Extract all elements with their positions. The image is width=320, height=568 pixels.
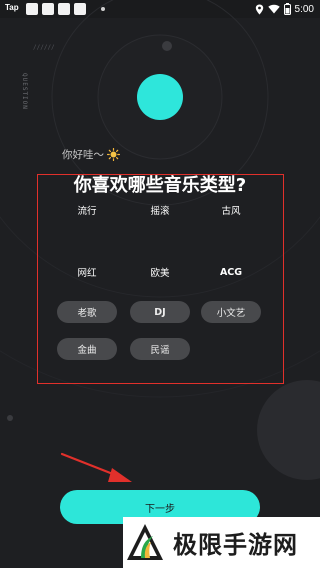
genre-tag-label: 摇滚: [150, 206, 170, 217]
genre-tag[interactable]: ACG: [201, 261, 261, 283]
small-moon-circle: [162, 41, 172, 51]
genre-tag[interactable]: 古风: [201, 199, 261, 221]
sun-icon: [107, 148, 120, 161]
genre-tag[interactable]: 欧美: [130, 261, 190, 283]
watermark-logo-icon: [127, 523, 163, 560]
genre-tag-label: 欧美: [150, 268, 170, 279]
genre-tag[interactable]: 老歌: [57, 301, 117, 323]
genre-tag-label: 网红: [77, 268, 97, 279]
genre-tag-label: 老歌: [77, 308, 97, 319]
genre-tag-label: 金曲: [77, 345, 97, 356]
small-moon-circle: [7, 415, 13, 421]
genre-tag[interactable]: 小文艺: [201, 301, 261, 323]
genre-tag-label: DJ: [154, 306, 166, 318]
planet-circle: [257, 380, 320, 480]
slash-decoration: //////: [33, 44, 55, 51]
greeting: 你好哇～: [62, 147, 120, 162]
genre-tag[interactable]: 网红: [57, 261, 117, 283]
genre-tag-label: ACG: [219, 266, 243, 278]
genre-tag[interactable]: 摇滚: [130, 199, 190, 221]
watermark-text: 极限手游网: [173, 530, 298, 559]
genre-tag-label: 古风: [221, 206, 241, 217]
planet-circle: [137, 74, 183, 120]
side-label: QUESTION: [21, 73, 28, 110]
genre-tag-label: 小文艺: [216, 308, 246, 319]
genre-tag[interactable]: DJ: [130, 301, 190, 323]
genre-tag[interactable]: 民谣: [130, 338, 190, 360]
next-button-label: 下一步: [145, 503, 175, 515]
greeting-text: 你好哇～: [62, 149, 104, 161]
watermark: 极限手游网: [123, 517, 320, 568]
genre-tag-label: 流行: [77, 206, 97, 217]
genre-tag-label: 民谣: [150, 345, 170, 356]
genre-tag-list: 流行 摇滚 古风 网红 欧美 ACG 老歌 DJ 小文艺 金曲 民谣: [37, 174, 284, 384]
genre-tag[interactable]: 流行: [57, 199, 117, 221]
annotation-arrow-icon: [60, 452, 132, 482]
genre-tag[interactable]: 金曲: [57, 338, 117, 360]
